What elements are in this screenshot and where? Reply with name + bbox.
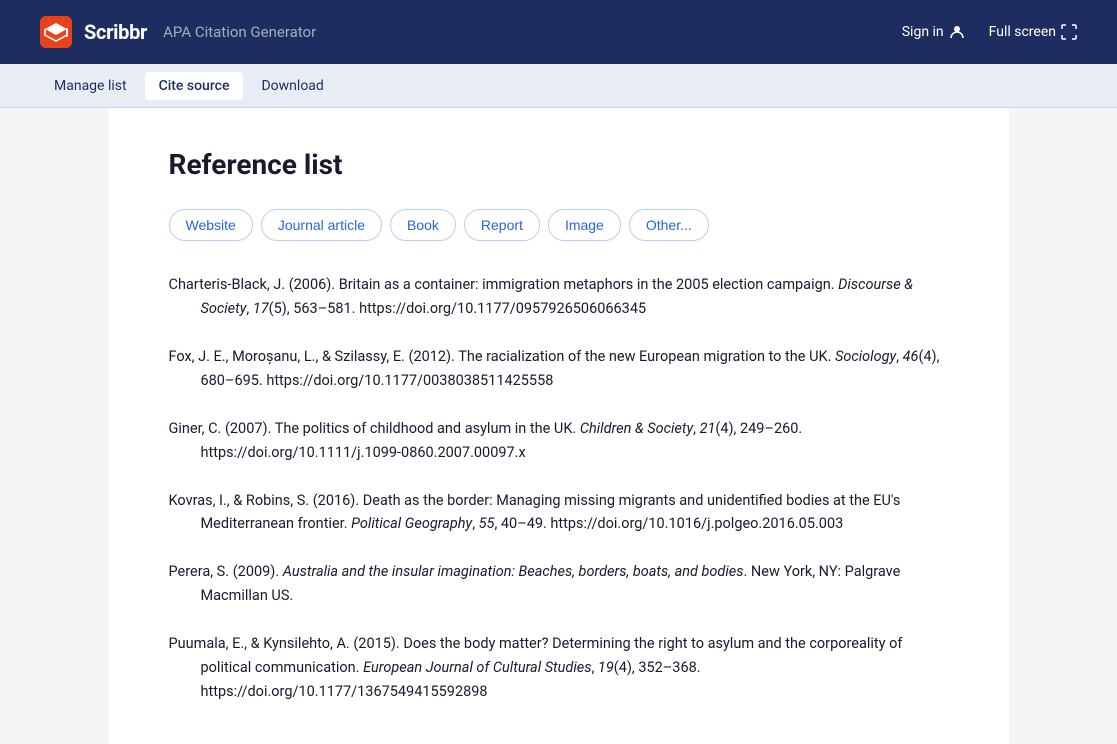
app-title: APA Citation Generator xyxy=(163,23,316,41)
main-content: Reference list Website Journal article B… xyxy=(109,108,1009,744)
source-type-journal[interactable]: Journal article xyxy=(261,209,382,241)
source-type-website[interactable]: Website xyxy=(169,209,253,241)
reference-item: Perera, S. (2009). Australia and the ins… xyxy=(169,560,949,608)
toolbar-manage-list[interactable]: Manage list xyxy=(40,72,141,100)
page-title: Reference list xyxy=(169,148,949,181)
scribbr-logo-icon xyxy=(40,16,72,48)
source-type-image[interactable]: Image xyxy=(548,209,621,241)
source-type-book[interactable]: Book xyxy=(390,209,456,241)
person-icon xyxy=(949,24,965,40)
toolbar: Manage list Cite source Download xyxy=(0,64,1117,108)
reference-item: Fox, J. E., Moroșanu, L., & Szilassy, E.… xyxy=(169,345,949,393)
reference-item: Kovras, I., & Robins, S. (2016). Death a… xyxy=(169,489,949,537)
logo-text: Scribbr xyxy=(84,20,147,44)
source-type-other[interactable]: Other... xyxy=(629,209,709,241)
toolbar-download[interactable]: Download xyxy=(247,72,337,100)
reference-item: Puumala, E., & Kynsilehto, A. (2015). Do… xyxy=(169,632,949,704)
fullscreen-icon xyxy=(1061,24,1077,40)
toolbar-cite-source[interactable]: Cite source xyxy=(145,72,244,100)
source-types: Website Journal article Book Report Imag… xyxy=(169,209,949,241)
header-right: Sign in Full screen xyxy=(902,24,1077,40)
reference-item: Giner, C. (2007). The politics of childh… xyxy=(169,417,949,465)
reference-item: Charteris-Black, J. (2006). Britain as a… xyxy=(169,273,949,321)
fullscreen-button[interactable]: Full screen xyxy=(989,24,1077,40)
reference-list: Charteris-Black, J. (2006). Britain as a… xyxy=(169,273,949,704)
header: Scribbr APA Citation Generator Sign in F… xyxy=(0,0,1117,64)
header-left: Scribbr APA Citation Generator xyxy=(40,16,316,48)
source-type-report[interactable]: Report xyxy=(464,209,540,241)
sign-in-button[interactable]: Sign in xyxy=(902,24,965,40)
